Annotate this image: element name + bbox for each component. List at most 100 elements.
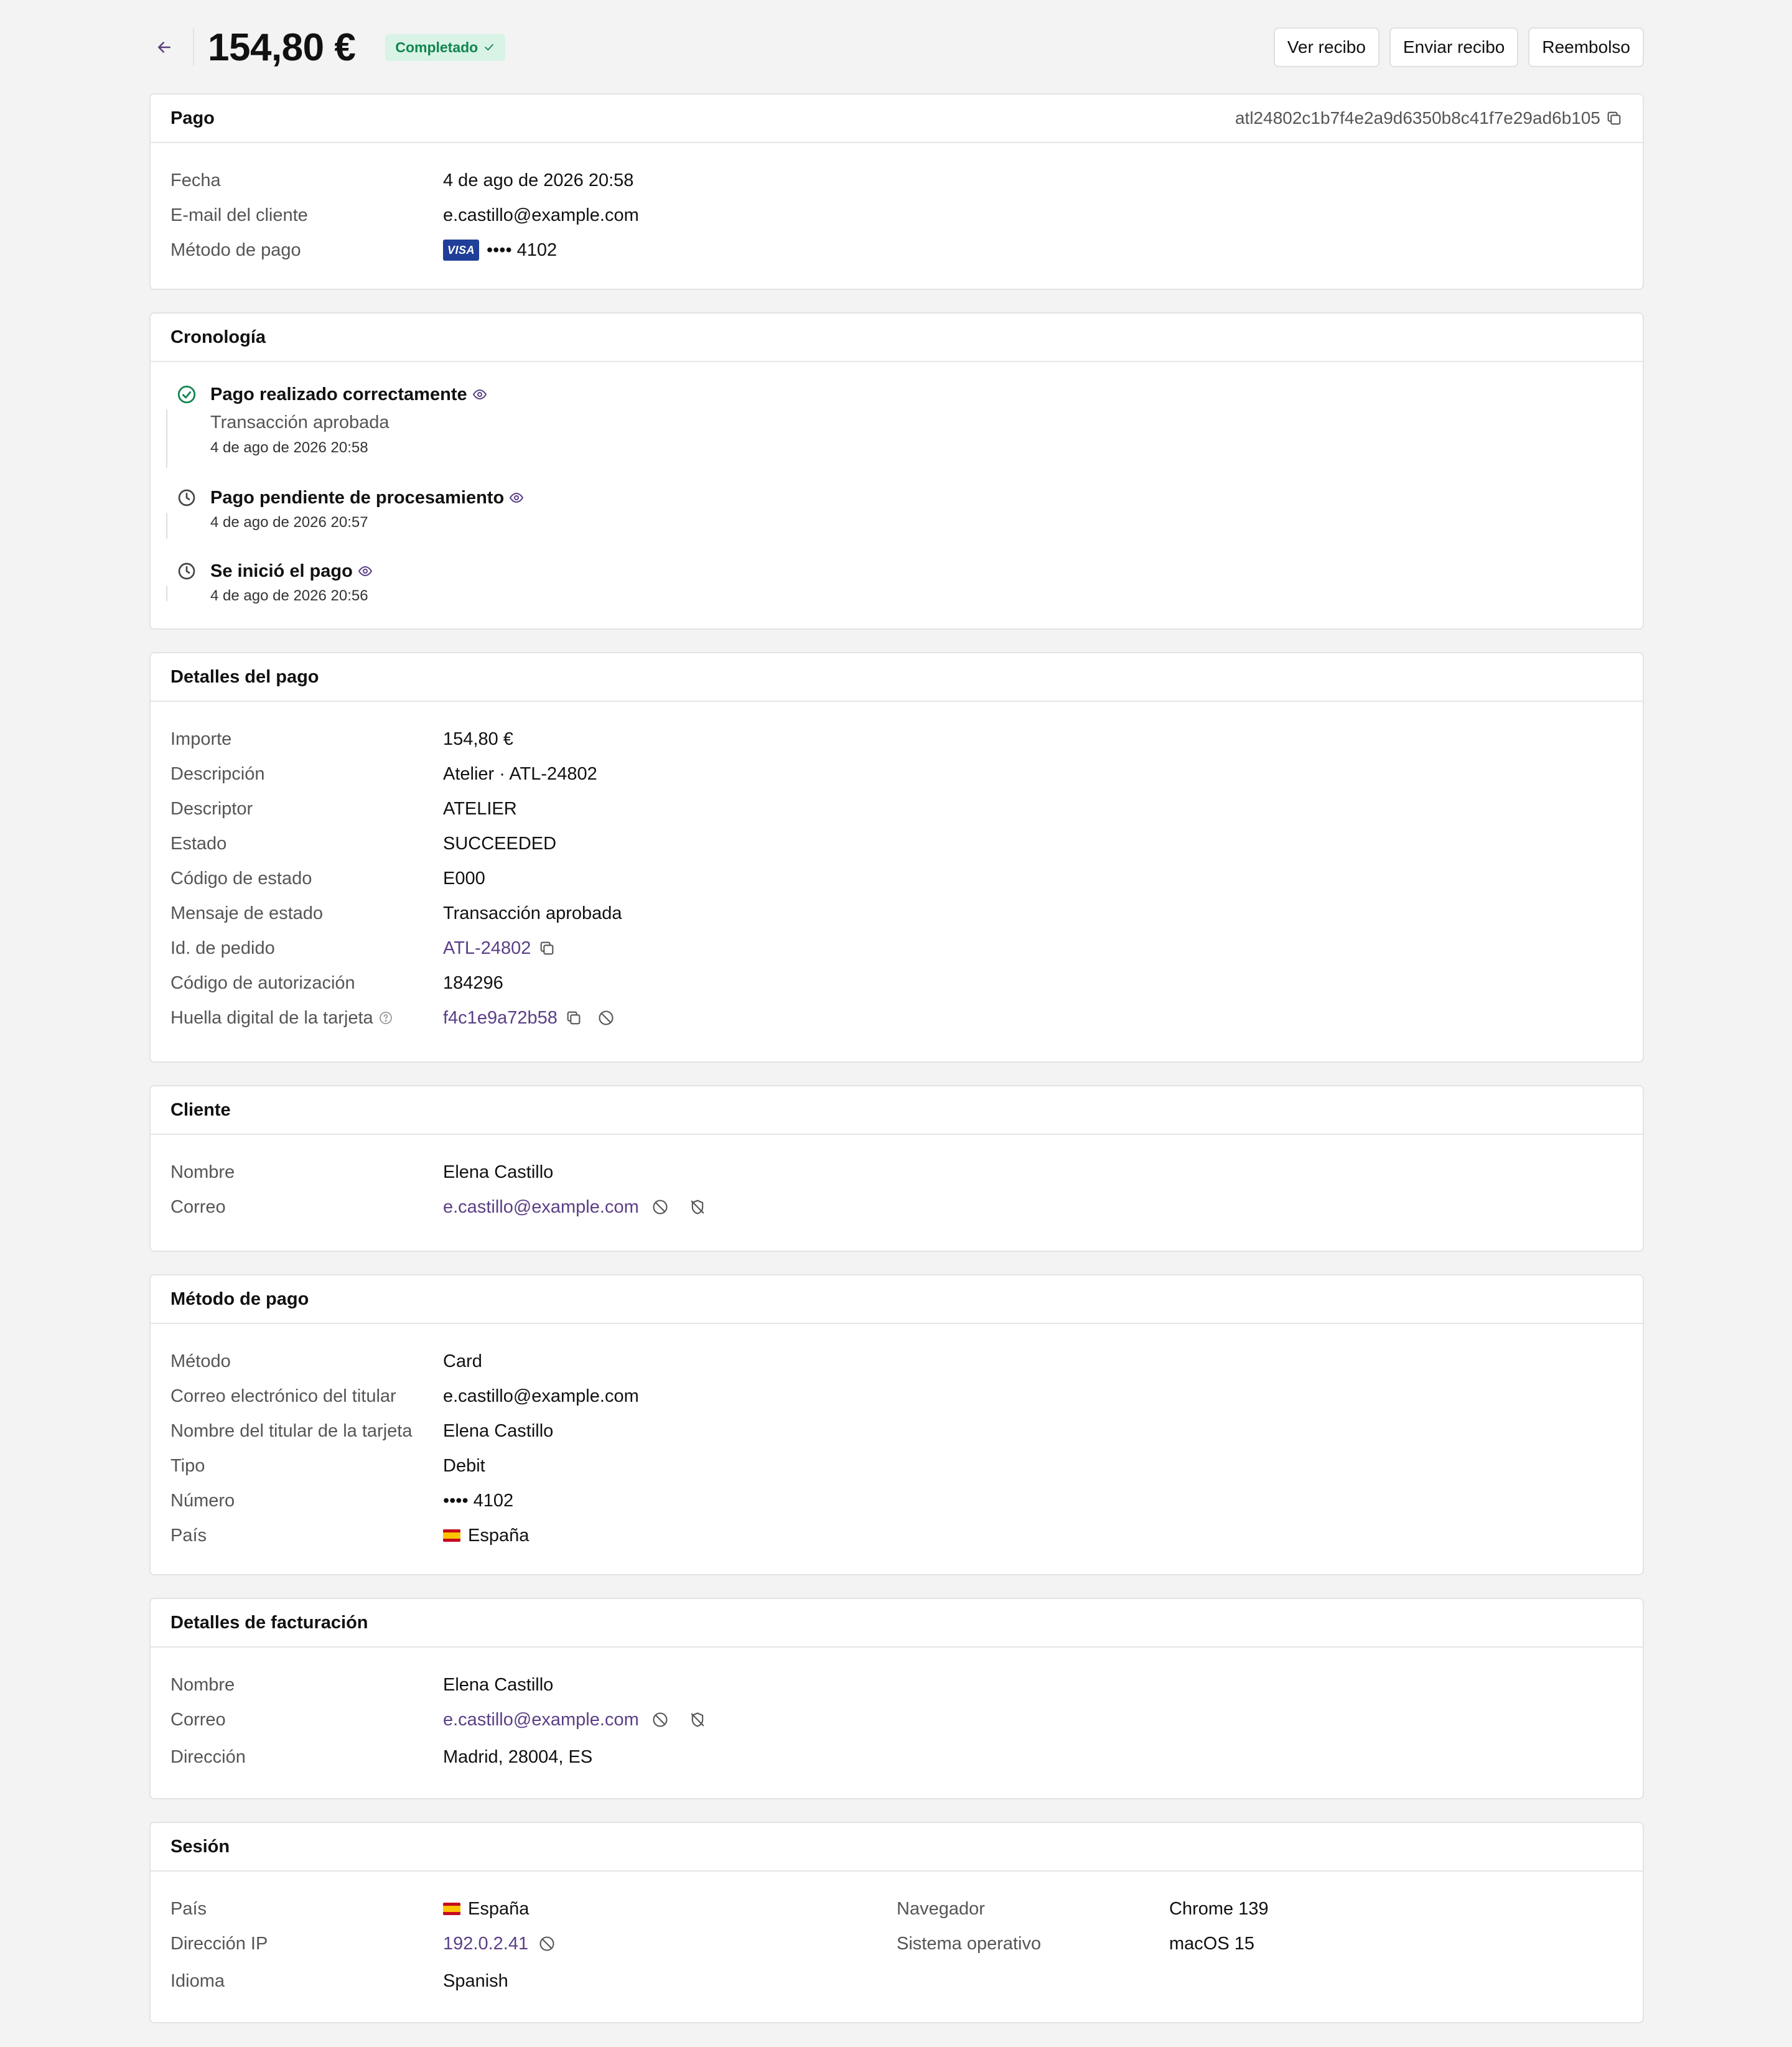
timeline-event: Pago realizado correctamente Transacción… <box>170 381 1623 484</box>
detail-row-state: Estado SUCCEEDED <box>170 826 1623 861</box>
timeline: Pago realizado correctamente Transacción… <box>151 362 1643 613</box>
field-label: Huella digital de la tarjeta <box>170 1008 443 1028</box>
block-icon[interactable] <box>651 1711 669 1728</box>
field-label: Nombre <box>170 1162 235 1182</box>
field-label: Correo <box>170 1196 226 1217</box>
clock-icon <box>175 487 198 509</box>
field-value: E000 <box>443 868 485 888</box>
timeline-event-time: 4 de ago de 2026 20:57 <box>210 514 368 531</box>
timeline-event-title: Se inició el pago <box>210 557 1623 585</box>
session-card-title: Sesión <box>170 1836 230 1857</box>
field-label: Nombre del titular de la tarjeta <box>170 1420 413 1441</box>
customer-card: Cliente Nombre Elena Castillo Correo e.c… <box>149 1085 1644 1252</box>
field-label: Mensaje de estado <box>170 903 324 923</box>
ip-address-link[interactable]: 192.0.2.41 <box>443 1934 528 1954</box>
field-label: Número <box>170 1490 235 1511</box>
detail-row-description: Descripción Atelier · ATL-24802 <box>170 757 1623 791</box>
shield-off-icon[interactable] <box>689 1198 706 1216</box>
card-number-row: Número •••• 4102 <box>170 1483 1623 1518</box>
field-value: SUCCEEDED <box>443 833 557 854</box>
field-label: Correo electrónico del titular <box>170 1386 396 1406</box>
timeline-card-header: Cronología <box>151 314 1643 362</box>
field-value: Elena Castillo <box>443 1420 554 1441</box>
detail-row-state-code: Código de estado E000 <box>170 861 1623 896</box>
visa-logo-icon: VISA <box>443 240 479 261</box>
detail-row-descriptor: Descriptor ATELIER <box>170 791 1623 826</box>
field-label: Descriptor <box>170 798 253 819</box>
session-browser-row: Navegador Chrome 139 <box>897 1891 1623 1926</box>
holder-name-row: Nombre del titular de la tarjeta Elena C… <box>170 1414 1623 1448</box>
block-icon[interactable] <box>651 1198 669 1216</box>
payment-method-title: Método de pago <box>170 1289 309 1309</box>
header-divider <box>193 29 194 66</box>
detail-row-order-id: Id. de pedido ATL-24802 <box>170 931 1623 966</box>
send-receipt-button[interactable]: Enviar recibo <box>1389 27 1519 67</box>
method-row: Método Card <box>170 1344 1623 1379</box>
field-label: Código de estado <box>170 868 312 888</box>
field-value: Elena Castillo <box>443 1674 554 1695</box>
field-value: ATELIER <box>443 798 517 819</box>
check-circle-icon <box>175 383 198 406</box>
customer-email-link[interactable]: e.castillo@example.com <box>443 205 639 226</box>
timeline-connector <box>166 409 167 468</box>
payment-method-row: Método de pago VISA •••• 4102 <box>170 233 1623 268</box>
field-value: ATL-24802 <box>443 938 556 959</box>
holder-email-link[interactable]: e.castillo@example.com <box>443 1386 639 1407</box>
field-label: Método de pago <box>170 240 301 260</box>
field-value: f4c1e9a72b58 <box>443 1008 615 1028</box>
payment-id: atl24802c1b7f4e2a9d6350b8c41f7e29ad6b105 <box>1235 108 1623 128</box>
eye-icon[interactable] <box>472 387 487 402</box>
help-circle-icon[interactable] <box>378 1010 393 1025</box>
timeline-event-title-text: Pago pendiente de procesamiento <box>210 487 505 508</box>
session-ip-row: Dirección IP 192.0.2.41 <box>170 1926 897 1961</box>
copy-icon[interactable] <box>538 940 556 957</box>
customer-email-link[interactable]: e.castillo@example.com <box>443 1197 639 1218</box>
payment-method-header: Método de pago <box>151 1275 1643 1324</box>
field-label: Nombre <box>170 1674 235 1695</box>
page-header: 154,80 € Completado Ver recibo Enviar re… <box>149 24 1644 71</box>
customer-name-row: Nombre Elena Castillo <box>170 1155 1623 1190</box>
copy-icon[interactable] <box>565 1009 582 1027</box>
timeline-event-title: Pago pendiente de procesamiento <box>210 484 1623 511</box>
block-icon[interactable] <box>538 1935 556 1952</box>
eye-icon[interactable] <box>358 564 373 579</box>
field-label: Estado <box>170 833 227 854</box>
timeline-event-subtitle: Transacción aprobada <box>210 412 390 432</box>
fingerprint-link[interactable]: f4c1e9a72b58 <box>443 1008 558 1028</box>
copy-icon[interactable] <box>1605 110 1623 127</box>
field-label: Idioma <box>170 1970 225 1991</box>
eye-icon[interactable] <box>509 490 524 505</box>
field-label: Importe <box>170 729 232 749</box>
timeline-event-time: 4 de ago de 2026 20:58 <box>210 439 368 456</box>
billing-name-row: Nombre Elena Castillo <box>170 1667 1623 1702</box>
shield-off-icon[interactable] <box>689 1711 706 1728</box>
billing-address-row: Dirección Madrid, 28004, ES <box>170 1737 1623 1777</box>
field-value: e.castillo@example.com <box>443 1710 706 1730</box>
timeline-event-title: Pago realizado correctamente <box>210 381 1623 408</box>
field-value: •••• 4102 <box>443 1490 514 1511</box>
session-right-column: Navegador Chrome 139 Sistema operativo m… <box>897 1891 1623 2001</box>
field-label: E-mail del cliente <box>170 205 308 225</box>
spain-flag-icon <box>443 1529 460 1542</box>
field-label: Sistema operativo <box>897 1933 1042 1954</box>
card-type-row: Tipo Debit <box>170 1448 1623 1483</box>
billing-email-row: Correo e.castillo@example.com <box>170 1702 1623 1737</box>
field-label: País <box>170 1898 207 1919</box>
view-receipt-button[interactable]: Ver recibo <box>1273 27 1379 67</box>
timeline-card: Cronología Pago realizado correctamente … <box>149 312 1644 630</box>
refund-button[interactable]: Reembolso <box>1528 27 1644 67</box>
billing-email-link[interactable]: e.castillo@example.com <box>443 1710 639 1730</box>
spain-flag-icon <box>443 1903 460 1915</box>
payment-card-header: Pago atl24802c1b7f4e2a9d6350b8c41f7e29ad… <box>151 95 1643 143</box>
customer-card-title: Cliente <box>170 1099 231 1120</box>
detail-row-fingerprint: Huella digital de la tarjeta f4c1e9a72b5… <box>170 1000 1623 1035</box>
block-icon[interactable] <box>597 1009 615 1027</box>
field-value: España <box>443 1526 529 1546</box>
order-id-link[interactable]: ATL-24802 <box>443 938 531 959</box>
detail-row-amount: Importe 154,80 € <box>170 722 1623 757</box>
session-country-row: País España <box>170 1891 897 1926</box>
payment-details-title: Detalles del pago <box>170 666 319 687</box>
field-label: Descripción <box>170 763 265 784</box>
back-arrow-icon[interactable] <box>149 32 179 62</box>
customer-email-row: Correo e.castillo@example.com <box>170 1190 1623 1224</box>
